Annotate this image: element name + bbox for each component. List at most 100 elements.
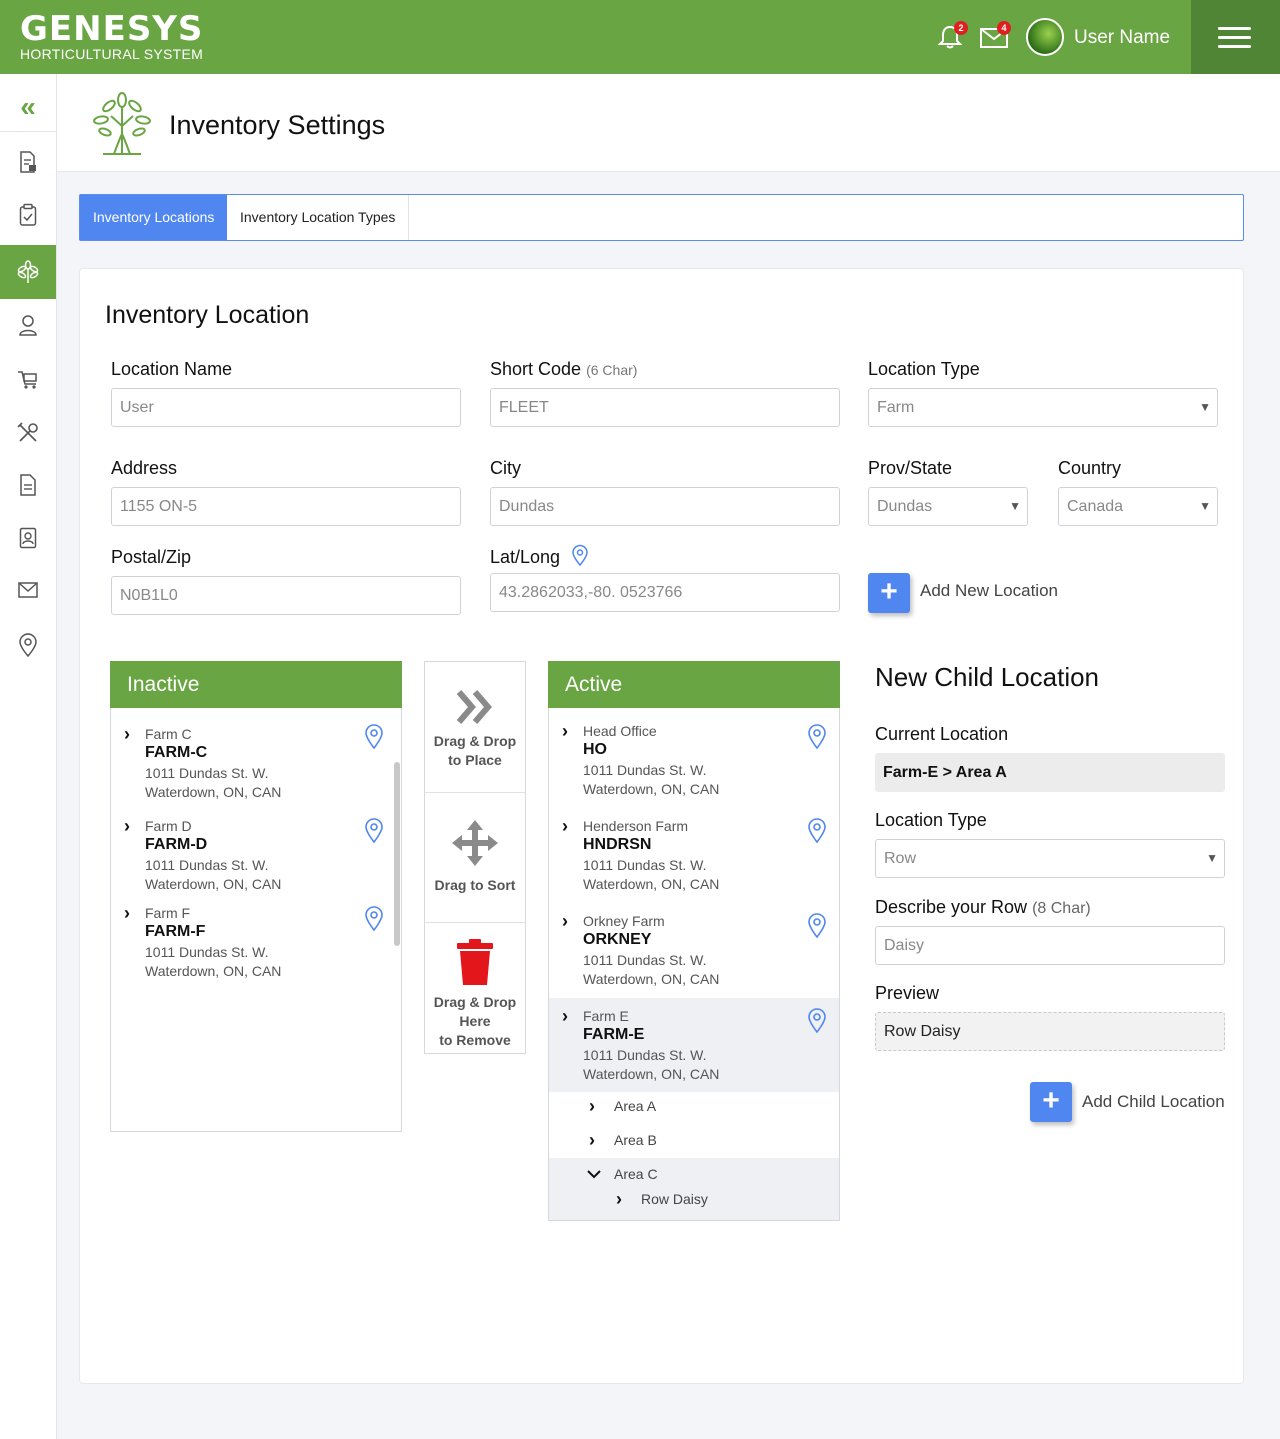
drag-to-remove-zone[interactable]: Drag & Drop Here to Remove (425, 993, 525, 1050)
user-name[interactable]: User Name (1074, 27, 1170, 49)
child-location-type-select[interactable]: Row (875, 839, 1225, 878)
list-item[interactable]: Orkney Farm ORKNEY 1011 Dundas St. W. Wa… (583, 913, 719, 989)
tab-inventory-locations[interactable]: Inventory Locations (80, 195, 228, 240)
logo[interactable]: GENESYS HORTICULTURAL SYSTEM (20, 12, 203, 62)
location-city: Waterdown, ON, CAN (145, 963, 282, 979)
double-chevron-right-icon (456, 690, 492, 724)
drag-place-line1: Drag & Drop (433, 733, 517, 749)
scrollbar[interactable] (394, 762, 400, 946)
location-city: Waterdown, ON, CAN (583, 781, 720, 797)
map-pin-icon[interactable] (807, 817, 827, 843)
location-code: HNDRSN (583, 836, 652, 853)
location-code: FARM-C (145, 744, 208, 761)
notifications-button[interactable]: 2 (936, 21, 968, 50)
tab-bar: Inventory Locations Inventory Location T… (79, 194, 1244, 241)
expand-chevron-icon[interactable]: › (562, 1006, 568, 1027)
sidebar-item-users[interactable] (0, 298, 56, 352)
map-pin-icon[interactable] (807, 912, 827, 938)
list-item[interactable]: Head Office HO 1011 Dundas St. W. Waterd… (583, 723, 719, 799)
describe-row-label: Describe your Row (8 Char) (875, 897, 1091, 918)
active-panel-title: Active (548, 661, 840, 708)
menu-icon (1218, 27, 1251, 30)
location-type-label: Location Type (868, 359, 980, 379)
hamburger-menu-button[interactable] (1191, 0, 1280, 74)
list-item[interactable]: Farm C FARM-C 1011 Dundas St. W. Waterdo… (145, 726, 281, 802)
expand-chevron-icon[interactable]: › (562, 911, 568, 932)
list-item[interactable]: Farm F FARM-F 1011 Dundas St. W. Waterdo… (145, 905, 281, 981)
location-name-input[interactable]: User (111, 388, 461, 427)
sidebar-item-documents[interactable] (0, 458, 56, 512)
sidebar-item-reports[interactable] (0, 135, 56, 189)
map-pin-icon[interactable] (364, 723, 384, 749)
add-new-location-label[interactable]: Add New Location (920, 581, 1058, 601)
location-city: Waterdown, ON, CAN (583, 971, 720, 987)
sidebar-item-contacts[interactable] (0, 511, 56, 565)
expand-chevron-icon[interactable]: › (589, 1130, 595, 1151)
address-label: Address (111, 458, 178, 478)
country-label: Country (1058, 458, 1122, 478)
sub-sub-location-item[interactable]: Row Daisy (641, 1191, 821, 1207)
map-pin-icon[interactable] (364, 817, 384, 843)
expand-chevron-icon[interactable]: › (124, 903, 130, 924)
list-item[interactable]: Farm D FARM-D 1011 Dundas St. W. Waterdo… (145, 818, 281, 894)
add-new-location-button[interactable]: + (868, 573, 910, 613)
short-code-input[interactable]: FLEET (490, 388, 840, 427)
drag-to-sort-zone[interactable]: Drag to Sort (425, 876, 525, 895)
location-name: Head Office (583, 723, 657, 739)
short-code-label-text: Short Code (490, 359, 582, 379)
current-location-label: Current Location (875, 724, 1009, 744)
sidebar-item-tools[interactable] (0, 406, 56, 460)
map-pin-icon[interactable] (807, 723, 827, 749)
add-child-location-button[interactable]: + (1030, 1082, 1072, 1122)
latlong-input[interactable]: 43.2862033,-80. 0523766 (490, 573, 840, 612)
map-pin-icon[interactable] (364, 905, 384, 931)
prov-state-select[interactable]: Dundas (868, 487, 1028, 526)
expand-chevron-icon[interactable]: › (589, 1096, 595, 1117)
sub-location-item[interactable]: Area B (614, 1132, 814, 1148)
expand-chevron-icon[interactable]: › (616, 1189, 622, 1210)
location-code: FARM-D (145, 836, 208, 853)
describe-row-input[interactable]: Daisy (875, 926, 1225, 965)
map-pin-icon[interactable] (807, 1007, 827, 1033)
messages-button[interactable]: 4 (979, 21, 1011, 50)
preview-value: Row Daisy (875, 1012, 1225, 1051)
drag-to-place-zone[interactable]: Drag & Drop to Place (425, 732, 525, 770)
sidebar-item-locations[interactable] (0, 618, 56, 672)
sidebar-item-orders[interactable] (0, 188, 56, 242)
sidebar-item-messages[interactable] (0, 563, 56, 617)
location-name: Farm F (145, 905, 191, 921)
country-select[interactable]: Canada (1058, 487, 1218, 526)
divider (425, 792, 525, 793)
city-input[interactable]: Dundas (490, 487, 840, 526)
location-name-label: Location Name (111, 359, 233, 379)
sub-location-item[interactable]: Area C (614, 1166, 814, 1182)
add-child-location-label[interactable]: Add Child Location (1082, 1092, 1225, 1112)
location-address: 1011 Dundas St. W. (583, 1047, 707, 1063)
chevron-down-icon[interactable] (586, 1169, 602, 1179)
describe-row-hint: (8 Char) (1032, 900, 1091, 917)
expand-chevron-icon[interactable]: › (562, 721, 568, 742)
expand-chevron-icon[interactable]: › (124, 816, 130, 837)
drag-place-line2: to Place (448, 752, 502, 768)
location-city: Waterdown, ON, CAN (583, 1066, 720, 1082)
expand-chevron-icon[interactable]: › (562, 816, 568, 837)
list-item[interactable]: Henderson Farm HNDRSN 1011 Dundas St. W.… (583, 818, 719, 894)
sidebar-item-plants[interactable] (0, 245, 56, 299)
location-type-select[interactable]: Farm (868, 388, 1218, 427)
tab-inventory-location-types[interactable]: Inventory Location Types (227, 195, 410, 240)
collapse-sidebar-button[interactable]: « (0, 82, 56, 132)
address-input[interactable]: 1155 ON-5 (111, 487, 461, 526)
child-location-type-label: Location Type (875, 810, 987, 830)
location-pin-icon (19, 633, 37, 657)
drag-actions-column: Drag & Drop to Place Drag to Sort Drag &… (424, 661, 526, 1054)
expand-chevron-icon[interactable]: › (124, 724, 130, 745)
sidebar-item-shop[interactable] (0, 353, 56, 407)
sub-location-item[interactable]: Area A (614, 1098, 814, 1114)
avatar[interactable] (1026, 18, 1064, 56)
contact-book-icon (19, 527, 37, 549)
location-pin-icon[interactable] (571, 544, 589, 566)
list-item-selected[interactable]: Farm E FARM-E 1011 Dundas St. W. Waterdo… (583, 1008, 719, 1084)
postal-input[interactable]: N0B1L0 (111, 576, 461, 615)
location-name: Farm E (583, 1008, 629, 1024)
drag-remove-line3: to Remove (439, 1032, 511, 1048)
